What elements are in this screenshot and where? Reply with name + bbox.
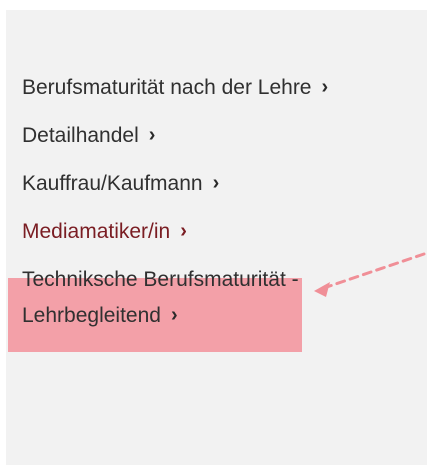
annotation-arrow bbox=[314, 252, 426, 297]
menu-item-label: Berufsmaturität nach der Lehre bbox=[22, 76, 312, 99]
menu-item-label: Techniksche Berufsmaturität - Lehrbeglei… bbox=[22, 268, 299, 327]
menu-item-label: Mediamatiker/in bbox=[22, 220, 171, 243]
chevron-right-icon: › bbox=[180, 220, 187, 242]
menu-item-detailhandel[interactable]: Detailhandel › bbox=[22, 118, 402, 154]
chevron-right-icon: › bbox=[321, 76, 329, 98]
menu-item-berufsmaturitaet-nach-der-lehre[interactable]: Berufsmaturität nach der Lehre › bbox=[22, 70, 402, 106]
menu-item-label: Detailhandel bbox=[22, 124, 139, 147]
menu-item-mediamatiker[interactable]: Mediamatiker/in › bbox=[22, 214, 402, 250]
menu-item-kauffrau-kaufmann[interactable]: Kauffrau/Kaufmann › bbox=[22, 166, 402, 202]
menu-item-label: Kauffrau/Kaufmann bbox=[22, 172, 203, 195]
chevron-right-icon: › bbox=[170, 304, 178, 326]
chevron-right-icon: › bbox=[148, 124, 156, 146]
chevron-right-icon: › bbox=[212, 172, 220, 194]
